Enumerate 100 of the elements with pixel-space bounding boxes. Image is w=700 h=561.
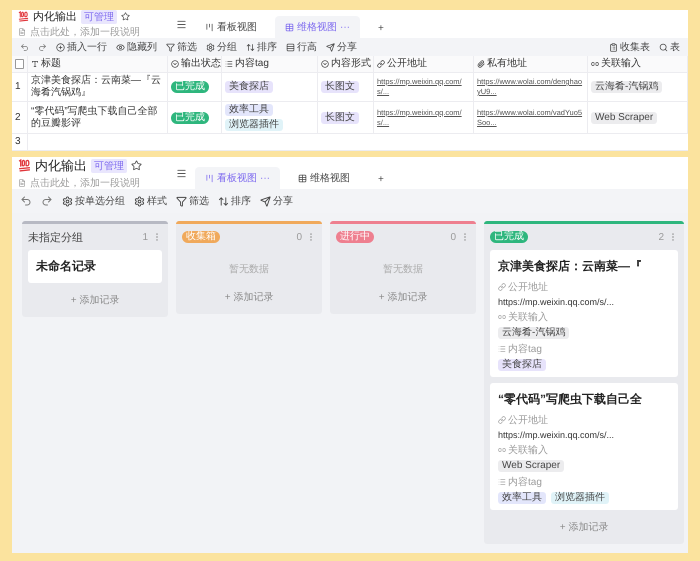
- undo-icon: [20, 42, 29, 52]
- emoji-icon: [18, 159, 31, 172]
- toolbar-button[interactable]: 分组: [206, 40, 237, 54]
- toolbar-button[interactable]: 分享: [260, 194, 293, 208]
- link-icon: [377, 60, 385, 68]
- table-cell-text: 京津美食探店：云南菜—『云海肴汽锅鸡』: [31, 75, 162, 99]
- undo-icon: [20, 195, 32, 207]
- plus-circle-icon: [56, 42, 65, 52]
- empty-message: 暂无数据: [382, 262, 424, 277]
- toolbar-button[interactable]: 收集表: [609, 40, 650, 54]
- kanban-icon: [205, 174, 214, 182]
- permission-badge: 可管理: [91, 158, 127, 172]
- column-header[interactable]: 输出状态: [171, 58, 221, 70]
- filter-icon: [166, 42, 175, 52]
- column-header[interactable]: 内容形式: [321, 58, 371, 70]
- document-icon: [18, 28, 26, 36]
- record-card[interactable]: “零代码”写爬虫下载自己全 公开地址 https://mp.weixin.qq.com/s/... 关联输入 Web Scraper 内容tag 效率工具 浏览器插件: [490, 383, 678, 510]
- row-number: 3: [15, 136, 21, 148]
- view-tab[interactable]: 维格视图 ···: [275, 16, 360, 38]
- record-count: 0: [296, 232, 302, 242]
- select-all-checkbox[interactable]: [15, 59, 24, 69]
- rows-icon: [286, 42, 295, 52]
- toolbar-button[interactable]: 按单选分组: [62, 194, 125, 208]
- send-icon: [260, 196, 271, 206]
- toolbar-button[interactable]: 排序: [246, 40, 277, 54]
- linked-record-tag: Web Scraper: [591, 112, 658, 124]
- toolbar-button[interactable]: 样式: [134, 194, 167, 208]
- toolbar-button[interactable]: 隐藏列: [116, 40, 157, 54]
- sort-icon: [218, 196, 229, 206]
- column-header[interactable]: 公开地址: [377, 58, 427, 70]
- redo-icon: [41, 195, 53, 207]
- undo-icon-button[interactable]: [20, 195, 32, 207]
- url-link[interactable]: https://mp.weixin.qq.com/s/...: [498, 430, 670, 440]
- field-label: 内容tag: [498, 475, 670, 489]
- toolbar-button[interactable]: 分享: [326, 40, 357, 54]
- url-link[interactable]: https://mp.weixin.qq.com/s/...: [498, 297, 670, 307]
- link-icon: [498, 313, 506, 321]
- paperclip-icon: [477, 60, 485, 68]
- star-icon[interactable]: [121, 12, 130, 21]
- text-type-icon: [31, 60, 39, 68]
- add-view-tab[interactable]: +: [368, 19, 394, 38]
- link-icon: [498, 283, 506, 291]
- field-label: 内容tag: [498, 342, 670, 356]
- column-header[interactable]: 内容tag: [225, 58, 269, 70]
- card-title: 京津美食探店：云南菜—『: [498, 258, 643, 275]
- toolbar-button[interactable]: 筛选: [166, 40, 197, 54]
- toolbar-button[interactable]: 排序: [218, 194, 251, 208]
- dropdown-icon: [171, 60, 179, 68]
- content-tag: 浏览器插件: [551, 492, 609, 504]
- record-card[interactable]: 京津美食探店：云南菜—『 公开地址 https://mp.weixin.qq.com/s/... 关联输入 云海肴-汽锅鸡 内容tag 美食探店: [490, 250, 678, 377]
- redo-icon: [38, 42, 47, 52]
- sort-icon: [246, 42, 255, 52]
- redo-icon-button[interactable]: [41, 195, 53, 207]
- content-tag: 效率工具: [225, 104, 273, 116]
- redo-icon-button[interactable]: [38, 42, 47, 52]
- more-icon[interactable]: ···: [260, 172, 270, 184]
- toolbar-button[interactable]: 行高: [286, 40, 317, 54]
- link-icon: [591, 60, 599, 68]
- clipboard-icon: [609, 42, 618, 52]
- star-icon[interactable]: [131, 160, 142, 171]
- undo-icon-button[interactable]: [20, 42, 29, 52]
- view-tab[interactable]: 维格视图: [288, 167, 360, 189]
- card-title: “零代码”写爬虫下载自己全: [498, 391, 643, 408]
- group-tag: 已完成: [490, 231, 528, 243]
- eye-icon: [116, 42, 125, 52]
- gear-icon: [62, 196, 73, 206]
- filter-icon: [176, 196, 187, 206]
- table-cell-text: “零代码”写爬虫下载自己全部的豆瓣影评: [31, 106, 159, 130]
- group-tag: 进行中: [336, 231, 374, 243]
- gear-icon: [206, 42, 215, 52]
- tab-label: 看板视图: [217, 20, 257, 34]
- linked-record-tag: 云海肴-汽锅鸡: [591, 81, 662, 93]
- toolbar-button[interactable]: 筛选: [176, 194, 209, 208]
- record-card[interactable]: 未命名记录: [28, 250, 162, 283]
- content-tag: 美食探店: [225, 81, 273, 93]
- view-tab[interactable]: 看板视图 ···: [195, 167, 280, 189]
- group-title: 未指定分组: [28, 230, 83, 244]
- toolbar-button[interactable]: 插入一行: [56, 40, 107, 54]
- more-icon[interactable]: ···: [340, 22, 350, 32]
- field-label: 关联输入: [498, 443, 670, 457]
- toolbar-button[interactable]: 表: [659, 40, 680, 54]
- row-number: 1: [15, 81, 21, 93]
- column-header[interactable]: 标题: [31, 58, 61, 70]
- document-title: 内化输出: [35, 156, 87, 174]
- status-tag: 已完成: [171, 112, 209, 124]
- card-title: 未命名记录: [36, 258, 97, 275]
- list-icon: [498, 478, 506, 486]
- add-view-tab[interactable]: +: [368, 170, 394, 189]
- link-icon: [498, 446, 506, 454]
- dropdown-icon: [321, 60, 329, 68]
- linked-record-tag: Web Scraper: [498, 460, 564, 472]
- list-icon: [498, 345, 506, 353]
- column-header[interactable]: 关联输入: [591, 58, 641, 70]
- emoji-icon: [18, 11, 29, 22]
- view-tab[interactable]: 看板视图: [195, 16, 267, 38]
- tab-label: 维格视图: [310, 172, 350, 185]
- column-header[interactable]: 私有地址: [477, 58, 527, 70]
- group-tag: 收集箱: [182, 231, 220, 243]
- list-icon: [225, 60, 233, 68]
- table-icon: [285, 22, 294, 32]
